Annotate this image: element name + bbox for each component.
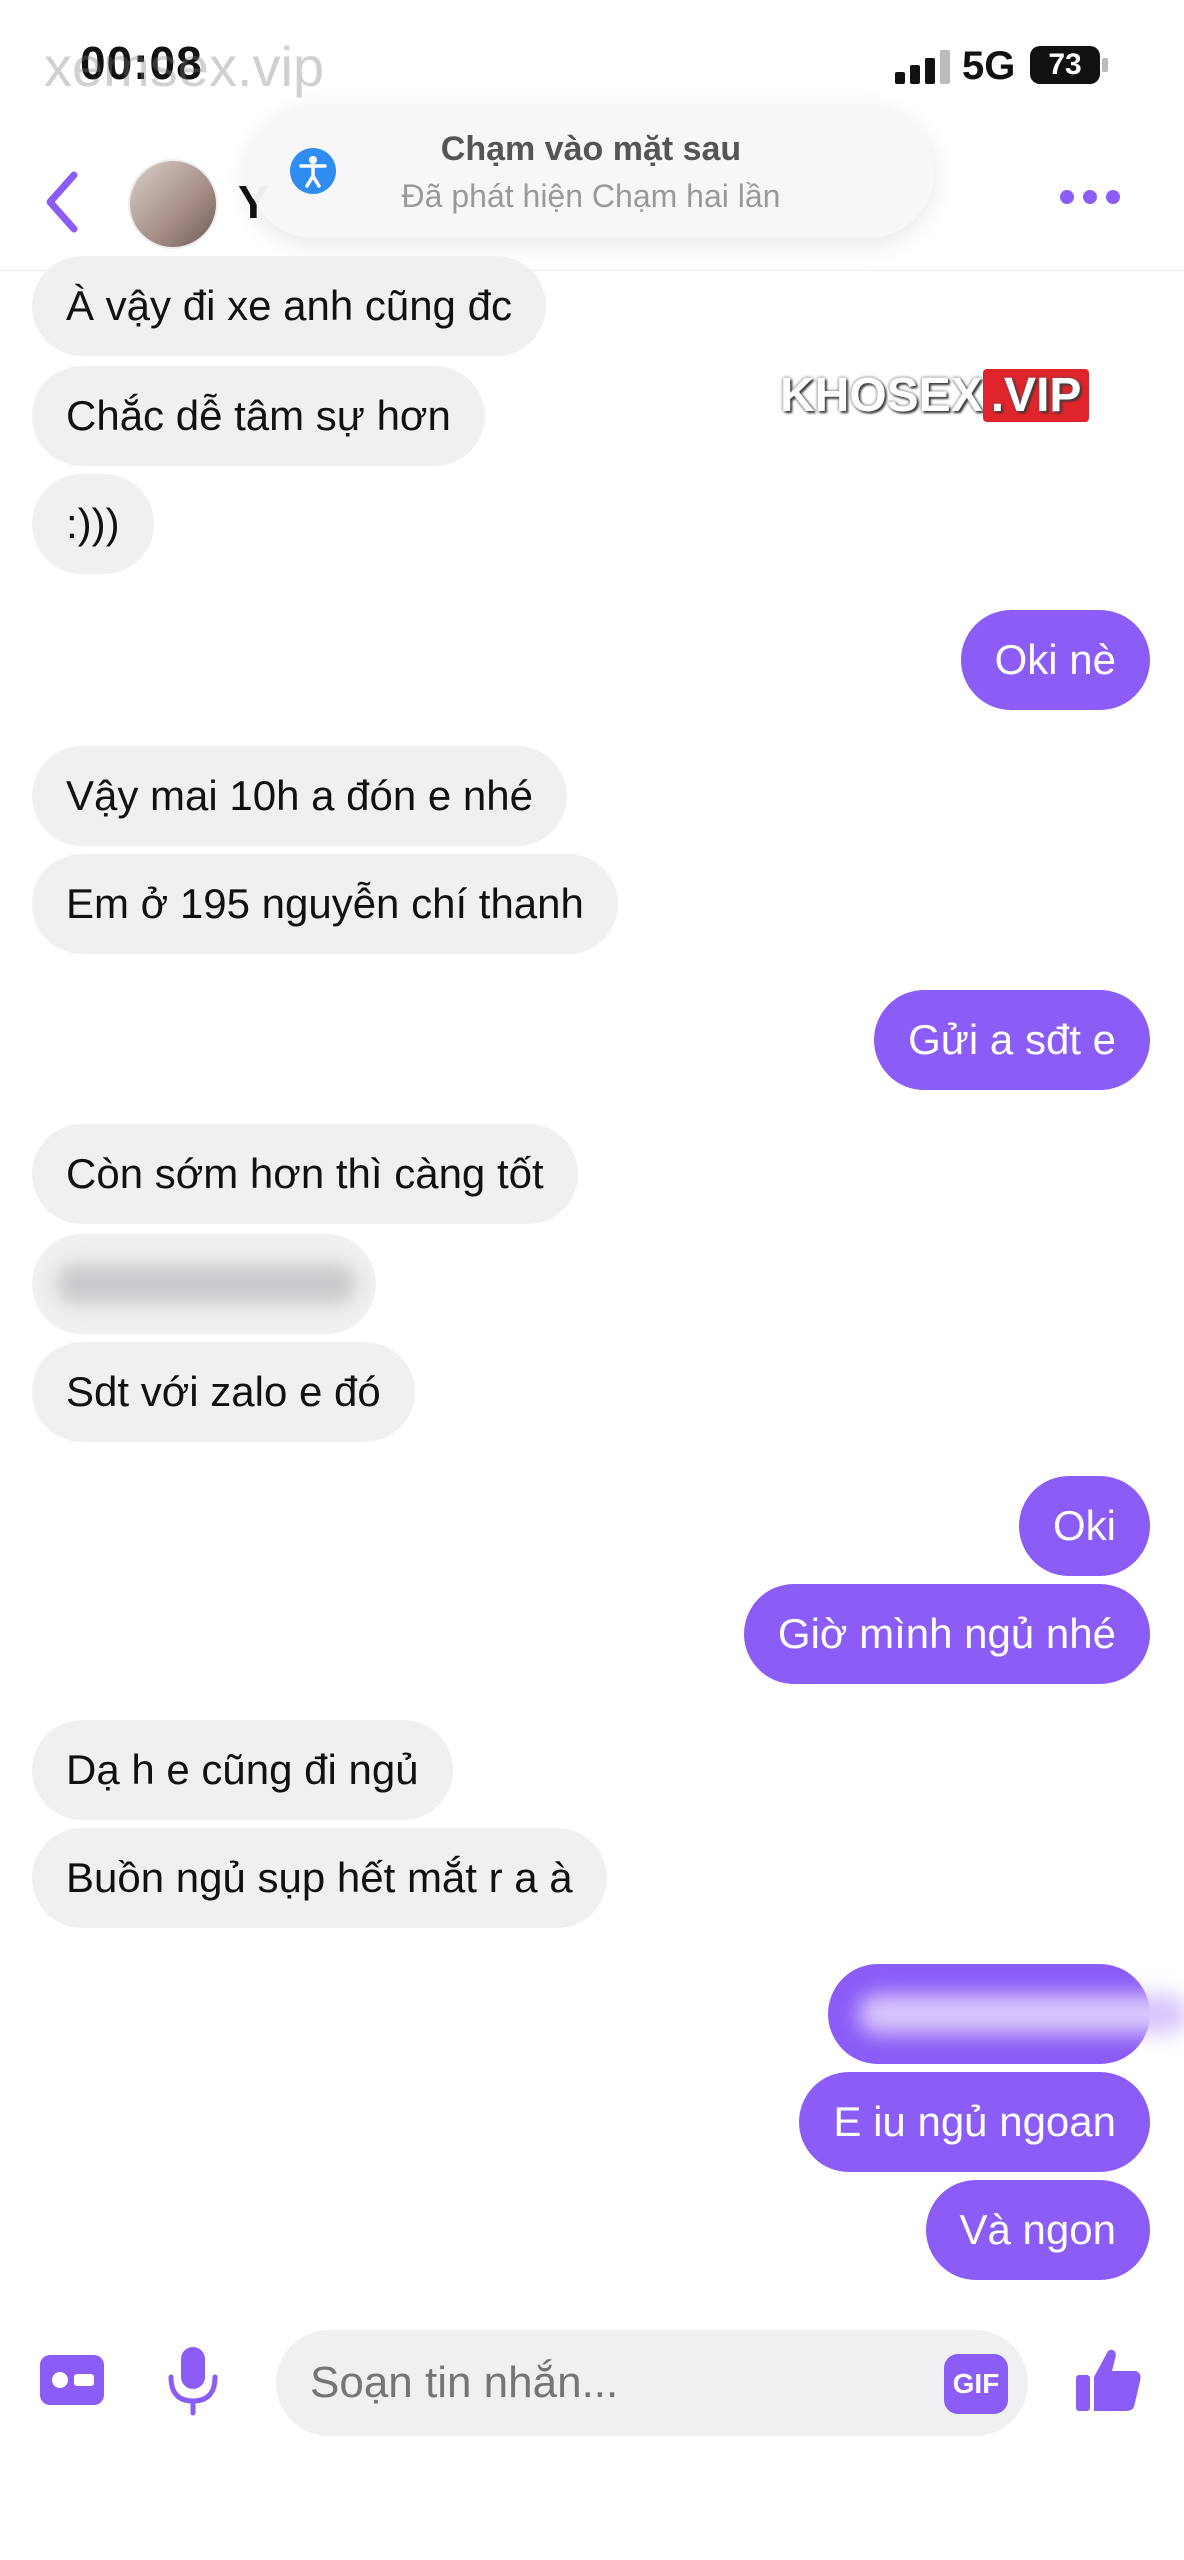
message-outgoing[interactable]: E iu ngủ ngoan — [799, 2072, 1150, 2172]
avatar[interactable] — [128, 159, 218, 249]
thumbs-up-icon[interactable] — [1074, 2345, 1144, 2415]
watermark-left: KHOSEX — [780, 369, 983, 422]
microphone-icon[interactable] — [165, 2345, 221, 2417]
message-input[interactable] — [276, 2330, 1028, 2436]
blurred-phone-number — [56, 1264, 356, 1304]
message-incoming[interactable]: Vậy mai 10h a đón e nhé — [32, 746, 568, 846]
composer-bar: GIF — [0, 2300, 1184, 2480]
message-incoming[interactable]: Em ở 195 nguyễn chí thanh — [32, 854, 618, 954]
message-outgoing[interactable]: Oki nè — [960, 610, 1150, 710]
toast-subtitle: Đã phát hiện Chạm hai lần — [401, 178, 781, 214]
message-incoming[interactable]: À vậy đi xe anh cũng đc — [32, 256, 546, 356]
watermark-right: .VIP — [982, 369, 1090, 422]
message-incoming[interactable]: Chắc dễ tâm sự hơn — [32, 366, 485, 466]
message-outgoing[interactable]: Và ngon — [925, 2180, 1150, 2280]
watermark-logo: KHOSEX .VIP — [780, 368, 1090, 423]
toast-title: Chạm vào mặt sau — [440, 130, 742, 168]
message-incoming[interactable]: Sdt với zalo e đó — [32, 1342, 415, 1442]
message-incoming-blurred[interactable] — [32, 1234, 376, 1334]
message-outgoing-blurred[interactable] — [828, 1964, 1184, 2064]
message-incoming[interactable]: Buồn ngủ sụp hết mắt r a à — [32, 1828, 607, 1928]
network-label: 5G — [962, 44, 1016, 88]
watermark-top: xemsex.vip — [44, 35, 325, 98]
message-outgoing[interactable]: Gửi a sđt e — [874, 990, 1150, 1090]
message-outgoing[interactable]: Giờ mình ngủ nhé — [743, 1584, 1150, 1684]
message-outgoing[interactable]: Oki — [1019, 1476, 1150, 1576]
message-incoming[interactable]: Dạ h e cũng đi ngủ — [32, 1720, 453, 1820]
back-tap-toast: Chạm vào mặt sau Đã phát hiện Chạm hai l… — [248, 106, 934, 238]
message-incoming[interactable]: Còn sớm hơn thì càng tốt — [32, 1124, 578, 1224]
contact-card-icon[interactable] — [40, 2355, 104, 2405]
battery-tip — [1102, 58, 1108, 72]
more-dots-icon[interactable] — [1060, 190, 1132, 214]
gif-icon[interactable]: GIF — [944, 2354, 1008, 2414]
blurred-text — [858, 1994, 1184, 2034]
signal-icon — [895, 50, 950, 84]
chevron-left-icon[interactable] — [42, 167, 82, 237]
message-incoming[interactable]: :))) — [32, 474, 154, 574]
battery-icon: 73 — [1030, 46, 1100, 84]
